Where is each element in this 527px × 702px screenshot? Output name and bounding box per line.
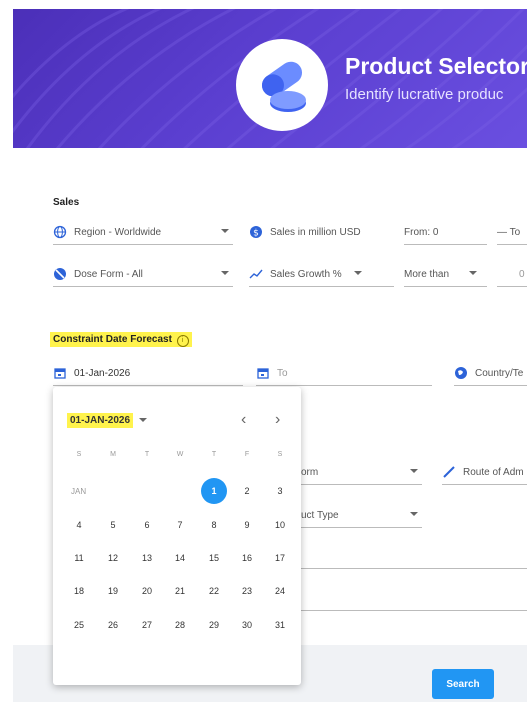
trend-up-icon	[249, 269, 263, 279]
calendar-day[interactable]: 14	[167, 545, 193, 571]
syringe-icon	[443, 466, 455, 478]
app-subtitle: Identify lucrative produc	[345, 86, 504, 103]
dollar-icon: $	[250, 226, 262, 239]
dose-form-value: Dose Form - All	[74, 268, 143, 280]
month-label: JAN	[71, 487, 87, 496]
constraint-section-label: Constraint Date Forecast i	[50, 332, 192, 347]
calendar-day[interactable]: 27	[134, 612, 160, 638]
weekday-label: T	[211, 451, 217, 458]
weekday-label: W	[176, 451, 184, 458]
calendar-day[interactable]: 10	[267, 512, 293, 538]
calendar-day[interactable]: 21	[167, 578, 193, 604]
prev-month-button[interactable]: ‹	[241, 411, 246, 429]
calendar-day[interactable]: 4	[66, 512, 92, 538]
calendar-day[interactable]: 19	[100, 578, 126, 604]
date-picker-popup: 01-JAN-2026 ‹ › SMTWTFS JAN 1 2 3 4 5 6 7 8 9 10 1…	[53, 387, 301, 685]
search-button[interactable]: Search	[432, 669, 494, 699]
chevron-down-icon	[138, 418, 147, 423]
calendar-day[interactable]: 11	[66, 545, 92, 571]
calendar-day[interactable]: 2	[234, 478, 260, 504]
calendar-day[interactable]: 20	[134, 578, 160, 604]
growth-value-input[interactable]: 0	[497, 262, 527, 287]
calendar-day[interactable]: 13	[134, 545, 160, 571]
calendar-day-selected[interactable]: 1	[201, 478, 227, 504]
next-month-button[interactable]: ›	[275, 411, 280, 429]
calendar-day[interactable]: 25	[66, 612, 92, 638]
header-banner: Product Selector Identify lucrative prod…	[13, 9, 527, 148]
form-select[interactable]: orm	[301, 460, 422, 485]
calendar-day[interactable]: 24	[267, 578, 293, 604]
svg-text:$: $	[253, 229, 259, 239]
calendar-day[interactable]: 18	[66, 578, 92, 604]
calendar-day[interactable]: 9	[234, 512, 260, 538]
calendar-day[interactable]: 15	[201, 545, 227, 571]
month-year-selector[interactable]: 01-JAN-2026	[67, 413, 147, 428]
sales-from-input[interactable]: From: 0	[404, 220, 487, 245]
calendar-day[interactable]: 17	[267, 545, 293, 571]
logo	[236, 39, 328, 131]
globe-icon	[53, 225, 67, 239]
country-select[interactable]: Country/Te	[454, 361, 527, 386]
calendar-day[interactable]: 6	[134, 512, 160, 538]
chevron-down-icon	[354, 271, 362, 275]
calendar-day[interactable]: 3	[267, 478, 293, 504]
chevron-down-icon	[410, 512, 418, 516]
calendar-icon	[54, 368, 66, 379]
calendar-day[interactable]: 7	[167, 512, 193, 538]
calendar-day[interactable]: 23	[234, 578, 260, 604]
calendar-day[interactable]: 29	[201, 612, 227, 638]
app-title: Product Selector	[345, 53, 527, 79]
calendar-day[interactable]: 22	[201, 578, 227, 604]
chevron-down-icon	[410, 469, 418, 473]
globe-icon	[455, 367, 467, 379]
chevron-down-icon	[221, 271, 229, 275]
region-value: Region - Worldwide	[74, 226, 162, 238]
calendar-day[interactable]: 12	[100, 545, 126, 571]
chevron-down-icon	[221, 229, 229, 233]
divider	[301, 568, 527, 569]
from-date-input[interactable]: 01-Jan-2026	[53, 361, 243, 386]
calendar-day[interactable]: 28	[167, 612, 193, 638]
divider	[301, 610, 527, 611]
dose-form-select[interactable]: Dose Form - All	[53, 262, 233, 287]
sales-in-million-label: $ Sales in million USD	[249, 220, 394, 244]
calendar-day[interactable]: 5	[100, 512, 126, 538]
more-than-select[interactable]: More than	[404, 262, 487, 287]
weekday-label: S	[277, 451, 283, 458]
pills-icon	[261, 61, 306, 112]
weekday-label: T	[144, 451, 150, 458]
chevron-down-icon	[469, 271, 477, 275]
to-date-input[interactable]: To	[256, 361, 432, 386]
sales-section-label: Sales	[53, 197, 80, 208]
weekday-label: M	[110, 451, 116, 458]
weekday-label: S	[76, 451, 82, 458]
calendar-day[interactable]: 30	[234, 612, 260, 638]
sales-growth-select[interactable]: Sales Growth %	[249, 262, 394, 287]
product-type-select[interactable]: uct Type	[301, 503, 422, 528]
calendar-icon	[257, 368, 269, 379]
calendar-day[interactable]: 26	[100, 612, 126, 638]
calendar-day[interactable]: 8	[201, 512, 227, 538]
pill-icon	[54, 268, 66, 280]
calendar-day[interactable]: 31	[267, 612, 293, 638]
calendar-day[interactable]: 16	[234, 545, 260, 571]
region-select[interactable]: Region - Worldwide	[53, 220, 233, 245]
sales-to-input[interactable]: — To	[497, 220, 527, 245]
info-icon[interactable]: i	[176, 335, 189, 347]
route-of-admin-select[interactable]: Route of Adm	[442, 460, 527, 485]
weekday-label: F	[244, 451, 250, 458]
